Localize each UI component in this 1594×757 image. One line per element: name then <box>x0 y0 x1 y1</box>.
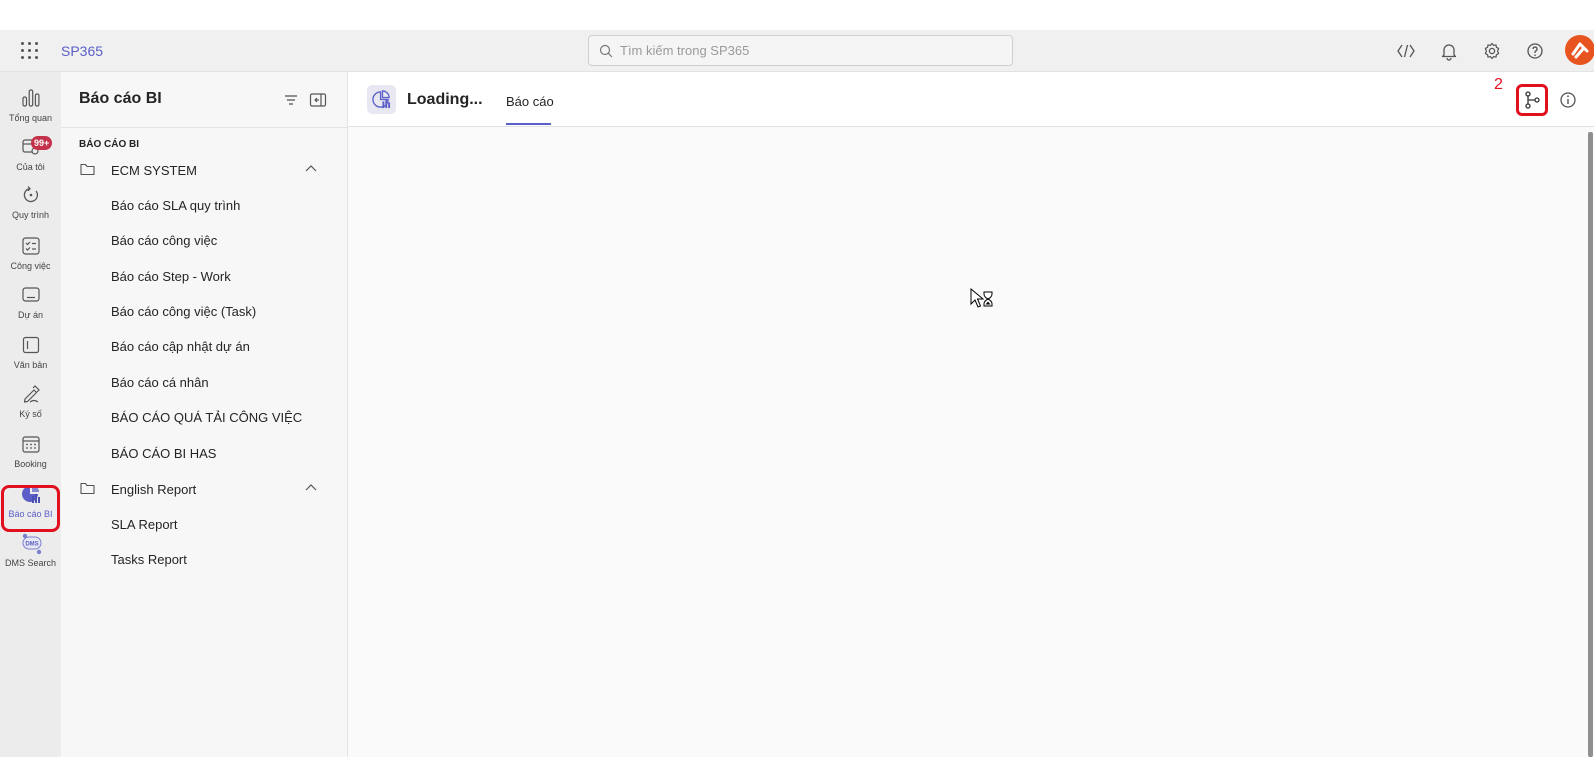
rail-label: Dự án <box>17 310 44 320</box>
content-header: Loading... Báo cáo <box>348 72 1594 127</box>
report-item[interactable]: SLA Report <box>111 517 178 541</box>
app-rail: Tổng quan 99+ Của tôi Quy trình Công việ… <box>0 72 61 757</box>
app-launcher-icon[interactable] <box>19 40 41 62</box>
rail-label: Của tôi <box>16 162 45 172</box>
help-icon[interactable] <box>1525 41 1545 61</box>
rail-item-dms-search[interactable]: DMS DMS Search <box>0 531 61 579</box>
page-title: Loading... <box>407 91 483 108</box>
folder-label: ECM SYSTEM <box>111 163 197 178</box>
report-app-icon <box>367 85 396 114</box>
panel-divider <box>61 127 348 128</box>
scrollbar[interactable] <box>1588 132 1593 757</box>
rail-label: Công việc <box>10 261 51 271</box>
report-item[interactable]: Báo cáo cập nhật dự án <box>111 339 250 363</box>
report-side-panel: Báo cáo BI BÁO CÁO BI ECM SYSTEM Báo cáo… <box>61 72 348 757</box>
rail-label: Booking <box>14 459 47 469</box>
report-content-area: Loading... Báo cáo 2 <box>348 72 1594 757</box>
rail-item-ky-so[interactable]: Ký số <box>0 382 61 430</box>
bi-report-icon <box>22 485 40 503</box>
report-item[interactable]: Báo cáo công việc <box>111 233 217 257</box>
rail-label: Văn bản <box>13 360 48 370</box>
report-item[interactable]: BÁO CÁO BI HAS <box>111 446 216 470</box>
filter-icon[interactable] <box>281 90 301 110</box>
top-bar: SP365 <box>0 30 1594 72</box>
section-heading: BÁO CÁO BI <box>79 139 139 150</box>
bell-icon[interactable] <box>1439 41 1459 61</box>
tab-bao-cao[interactable]: Báo cáo <box>506 94 554 109</box>
folder-icon <box>80 482 95 495</box>
rail-item-cua-toi[interactable]: 99+ Của tôi <box>0 135 61 183</box>
folder-label: English Report <box>111 482 197 497</box>
chevron-up-icon[interactable] <box>305 164 317 174</box>
dms-search-icon: DMS <box>22 533 42 555</box>
rail-label: Quy trình <box>11 210 49 220</box>
panel-title: Báo cáo BI <box>79 90 162 107</box>
rail-label: Ký số <box>19 409 42 419</box>
gear-icon[interactable] <box>1482 41 1502 61</box>
process-icon <box>23 186 39 203</box>
code-icon[interactable] <box>1396 41 1416 61</box>
busy-cursor-icon <box>970 288 993 308</box>
checklist-icon <box>22 237 40 255</box>
workflow-icon[interactable] <box>1521 89 1543 111</box>
report-item[interactable]: Báo cáo Step - Work <box>111 269 231 293</box>
report-item[interactable]: Báo cáo SLA quy trình <box>111 198 240 222</box>
report-item[interactable]: Tasks Report <box>111 552 187 576</box>
chart-icon <box>22 89 40 107</box>
signature-icon <box>23 385 40 403</box>
rail-item-quy-trinh[interactable]: Quy trình <box>0 183 61 231</box>
rail-label: DMS Search <box>4 558 57 568</box>
calendar-icon <box>22 436 40 453</box>
document-icon <box>22 336 40 354</box>
rail-label: Báo cáo BI <box>8 509 53 519</box>
folder-icon <box>80 163 95 176</box>
report-item[interactable]: Báo cáo công việc (Task) <box>111 304 256 328</box>
project-icon <box>22 287 40 302</box>
search-input[interactable] <box>620 36 1000 65</box>
logo-icon <box>1571 42 1589 59</box>
annotation-number-2: 2 <box>1494 76 1503 93</box>
rail-item-cong-viec[interactable]: Công việc <box>0 234 61 282</box>
collapse-panel-icon[interactable] <box>308 90 328 110</box>
search-box[interactable] <box>588 35 1013 66</box>
brand-name[interactable]: SP365 <box>61 43 103 59</box>
report-item[interactable]: BÁO CÁO QUÁ TẢI CÔNG VIỆC <box>111 410 302 434</box>
active-tab-indicator <box>506 123 551 125</box>
rail-item-du-an[interactable]: Dự án <box>0 283 61 331</box>
chevron-up-icon[interactable] <box>305 483 317 493</box>
folder-ecm-system[interactable]: ECM SYSTEM <box>61 155 348 185</box>
report-item[interactable]: Báo cáo cá nhân <box>111 375 209 399</box>
info-icon[interactable] <box>1558 90 1578 110</box>
user-avatar[interactable] <box>1565 35 1594 65</box>
rail-item-bao-cao-bi[interactable]: Báo cáo BI <box>0 482 61 530</box>
bi-report-icon <box>372 90 391 109</box>
notification-badge: 99+ <box>31 136 53 150</box>
folder-english-report[interactable]: English Report <box>61 474 348 504</box>
rail-label: Tổng quan <box>8 113 53 123</box>
rail-item-tong-quan[interactable]: Tổng quan <box>0 86 61 134</box>
rail-item-van-ban[interactable]: Văn bản <box>0 333 61 381</box>
svg-text:DMS: DMS <box>25 542 38 548</box>
rail-item-booking[interactable]: Booking <box>0 432 61 480</box>
search-icon <box>599 44 613 58</box>
